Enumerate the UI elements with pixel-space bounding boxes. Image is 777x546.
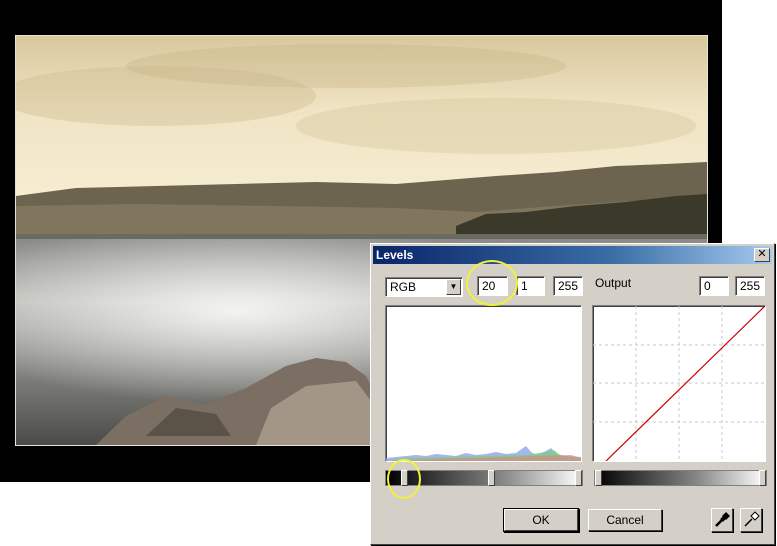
input-gamma-handle[interactable] <box>488 470 495 486</box>
levels-curve-panel <box>592 305 766 462</box>
dialog-title: Levels <box>376 248 414 262</box>
input-black-highlight-circle <box>466 260 518 306</box>
output-black-field[interactable]: 0 <box>699 276 729 296</box>
close-icon: ✕ <box>757 248 767 260</box>
white-point-eyedropper-icon <box>744 511 760 527</box>
black-point-eyedropper-button[interactable] <box>711 508 733 532</box>
output-white-field[interactable]: 255 <box>735 276 765 296</box>
output-white-handle[interactable] <box>759 470 766 486</box>
ok-button[interactable]: OK <box>504 509 578 531</box>
cancel-button[interactable]: Cancel <box>588 509 662 531</box>
histogram-graph <box>386 446 581 461</box>
channel-select[interactable]: RGB ▼ <box>385 277 463 297</box>
input-white-field[interactable]: 255 <box>553 276 583 296</box>
black-handle-highlight-circle <box>387 459 421 499</box>
channel-select-value: RGB <box>390 280 417 294</box>
output-black-handle[interactable] <box>595 470 602 486</box>
input-gamma-field[interactable]: 1 <box>516 276 545 296</box>
dialog-titlebar[interactable]: Levels ✕ <box>373 246 772 264</box>
output-label: Output <box>595 276 632 290</box>
close-button[interactable]: ✕ <box>754 248 770 262</box>
levels-curve-graph <box>593 305 766 462</box>
output-levels-slider[interactable] <box>594 470 767 486</box>
black-point-eyedropper-icon <box>715 512 730 527</box>
chevron-down-icon[interactable]: ▼ <box>446 279 461 295</box>
white-point-eyedropper-button[interactable] <box>740 508 762 532</box>
levels-dialog: Levels ✕ RGB ▼ 20 1 255 Output 0 255 OK … <box>370 243 775 545</box>
histogram-panel <box>385 305 582 462</box>
input-white-handle[interactable] <box>575 470 582 486</box>
